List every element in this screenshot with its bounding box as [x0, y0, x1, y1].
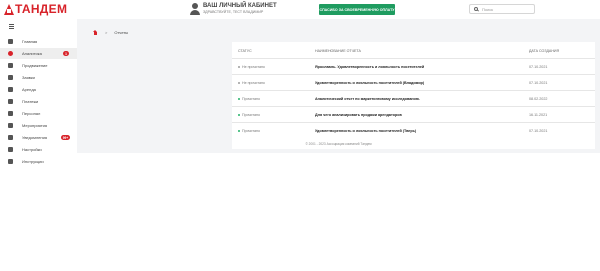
- megaphone-icon: [8, 63, 13, 68]
- report-name-link[interactable]: Удовлетворенность и лояльность посетител…: [315, 129, 416, 133]
- cabinet-greeting: ЗДРАВСТВУЙТЕ, ТЕСТ ВЛАДИМИР: [203, 10, 264, 14]
- report-date: 07.10.2021: [529, 65, 548, 69]
- home-icon: [8, 39, 13, 44]
- sidebar-item-notifications[interactable]: Уведомления 99+: [0, 132, 77, 143]
- table-row[interactable]: Не прочитано Удовлетворенность и лояльно…: [232, 74, 595, 90]
- table-row[interactable]: Не прочитано Ярославль. Удовлетворенност…: [232, 58, 595, 74]
- sidebar-item-staff[interactable]: Персонал: [0, 108, 77, 119]
- status-badge: Не прочитано: [238, 81, 265, 85]
- reports-table: Статус Наименование отчета Дата создания…: [232, 42, 595, 149]
- sidebar-item-label: Мероприятия: [22, 123, 48, 128]
- column-header-name: Наименование отчета: [315, 49, 361, 53]
- search-placeholder: Поиск: [482, 6, 494, 12]
- report-name-link[interactable]: Для чего анализировать продажи арендатор…: [315, 113, 402, 117]
- calendar-icon: [8, 123, 13, 128]
- sidebar-item-label: Инструкции: [22, 159, 44, 164]
- cabinet-header: ВАШ ЛИЧНЫЙ КАБИНЕТ ЗДРАВСТВУЙТЕ, ТЕСТ ВЛ…: [190, 3, 277, 15]
- mail-icon: [8, 75, 13, 80]
- sidebar-item-home[interactable]: Главная: [0, 36, 77, 47]
- sidebar-item-label: Уведомления: [22, 135, 48, 140]
- hand-icon: [8, 87, 13, 92]
- table-row[interactable]: Прочитано Для чего анализировать продажи…: [232, 106, 595, 122]
- sidebar-item-analytics[interactable]: Аналитика 1: [0, 48, 77, 59]
- cabinet-title: ВАШ ЛИЧНЫЙ КАБИНЕТ: [203, 3, 277, 9]
- status-dot: [238, 98, 240, 100]
- column-header-status: Статус: [238, 49, 252, 53]
- status-text: Прочитано: [242, 129, 260, 133]
- breadcrumb-home-icon[interactable]: [93, 29, 98, 35]
- footer-copyright: © 2001 - 2023 Ассоциация компаний Тандем: [305, 142, 372, 146]
- status-badge: Прочитано: [238, 113, 260, 117]
- analytics-badge: 1: [63, 51, 69, 56]
- search-icon: [474, 7, 478, 11]
- report-date: 08.02.2022: [529, 97, 548, 101]
- logo[interactable]: ТАНДЕМ: [4, 3, 67, 15]
- people-icon: [8, 111, 13, 116]
- analytics-icon: [8, 51, 13, 56]
- breadcrumb-current: Отчеты: [114, 30, 129, 35]
- header: ТАНДЕМ ВАШ ЛИЧНЫЙ КАБИНЕТ ЗДРАВСТВУЙТЕ, …: [0, 0, 600, 19]
- report-date: 07.10.2021: [529, 81, 548, 85]
- bell-icon: [8, 135, 13, 140]
- sidebar-item-settings[interactable]: Настройки: [0, 144, 77, 155]
- status-badge: Прочитано: [238, 129, 260, 133]
- status-dot: [238, 66, 240, 68]
- status-text: Прочитано: [242, 113, 260, 117]
- sidebar-item-instructions[interactable]: Инструкции: [0, 156, 77, 167]
- sidebar-item-label: Персонал: [22, 111, 41, 116]
- sidebar-item-rent[interactable]: Аренда: [0, 84, 77, 95]
- sidebar-item-label: Платежи: [22, 99, 39, 104]
- main-content: > Отчеты Статус Наименование отчета Дата…: [77, 19, 600, 153]
- sidebar-item-label: Продвижение: [22, 63, 48, 68]
- status-text: Не прочитано: [242, 65, 265, 69]
- search-input[interactable]: Поиск: [469, 4, 535, 14]
- sidebar-item-promotion[interactable]: Продвижение: [0, 60, 77, 71]
- status-text: Не прочитано: [242, 81, 265, 85]
- sidebar-item-label: Настройки: [22, 147, 42, 152]
- info-icon: [8, 159, 13, 164]
- status-badge: Прочитано: [238, 97, 260, 101]
- status-dot: [238, 130, 240, 132]
- sidebar-item-label: Главная: [22, 39, 38, 44]
- sidebar-item-label: Заявки: [22, 75, 35, 80]
- table-row[interactable]: Прочитано Удовлетворенность и лояльность…: [232, 122, 595, 138]
- column-header-date: Дата создания: [529, 49, 560, 53]
- breadcrumb: > Отчеты: [93, 29, 129, 35]
- notifications-badge: 99+: [61, 135, 70, 140]
- logo-text: ТАНДЕМ: [15, 2, 68, 16]
- report-name-link[interactable]: Аналитический отчет по маркетинговому ис…: [315, 97, 420, 101]
- status-badge: Не прочитано: [238, 65, 265, 69]
- thanks-payment-button[interactable]: СПАСИБО ЗА СВОЕВРЕМЕННУЮ ОПЛАТУ: [319, 4, 395, 15]
- sidebar-item-label: Аналитика: [22, 51, 42, 56]
- status-dot: [238, 114, 240, 116]
- report-date: 16.11.2021: [529, 113, 548, 117]
- menu-icon[interactable]: [9, 24, 14, 30]
- status-dot: [238, 82, 240, 84]
- sidebar-item-label: Аренда: [22, 87, 36, 92]
- sidebar-item-events[interactable]: Мероприятия: [0, 120, 77, 131]
- report-date: 07.10.2021: [529, 129, 548, 133]
- gear-icon: [8, 147, 13, 152]
- table-row[interactable]: Прочитано Аналитический отчет по маркети…: [232, 90, 595, 106]
- payment-icon: [8, 99, 13, 104]
- user-icon: [190, 3, 200, 15]
- status-text: Прочитано: [242, 97, 260, 101]
- logo-icon: [4, 3, 14, 15]
- breadcrumb-separator: >: [105, 30, 108, 35]
- report-name-link[interactable]: Удовлетворенность и лояльность посетител…: [315, 81, 424, 85]
- report-name-link[interactable]: Ярославль. Удовлетворенность и лояльност…: [315, 65, 424, 69]
- sidebar-item-payments[interactable]: Платежи: [0, 96, 77, 107]
- sidebar: Главная Аналитика 1 Продвижение Заявки А…: [0, 19, 77, 271]
- sidebar-item-requests[interactable]: Заявки: [0, 72, 77, 83]
